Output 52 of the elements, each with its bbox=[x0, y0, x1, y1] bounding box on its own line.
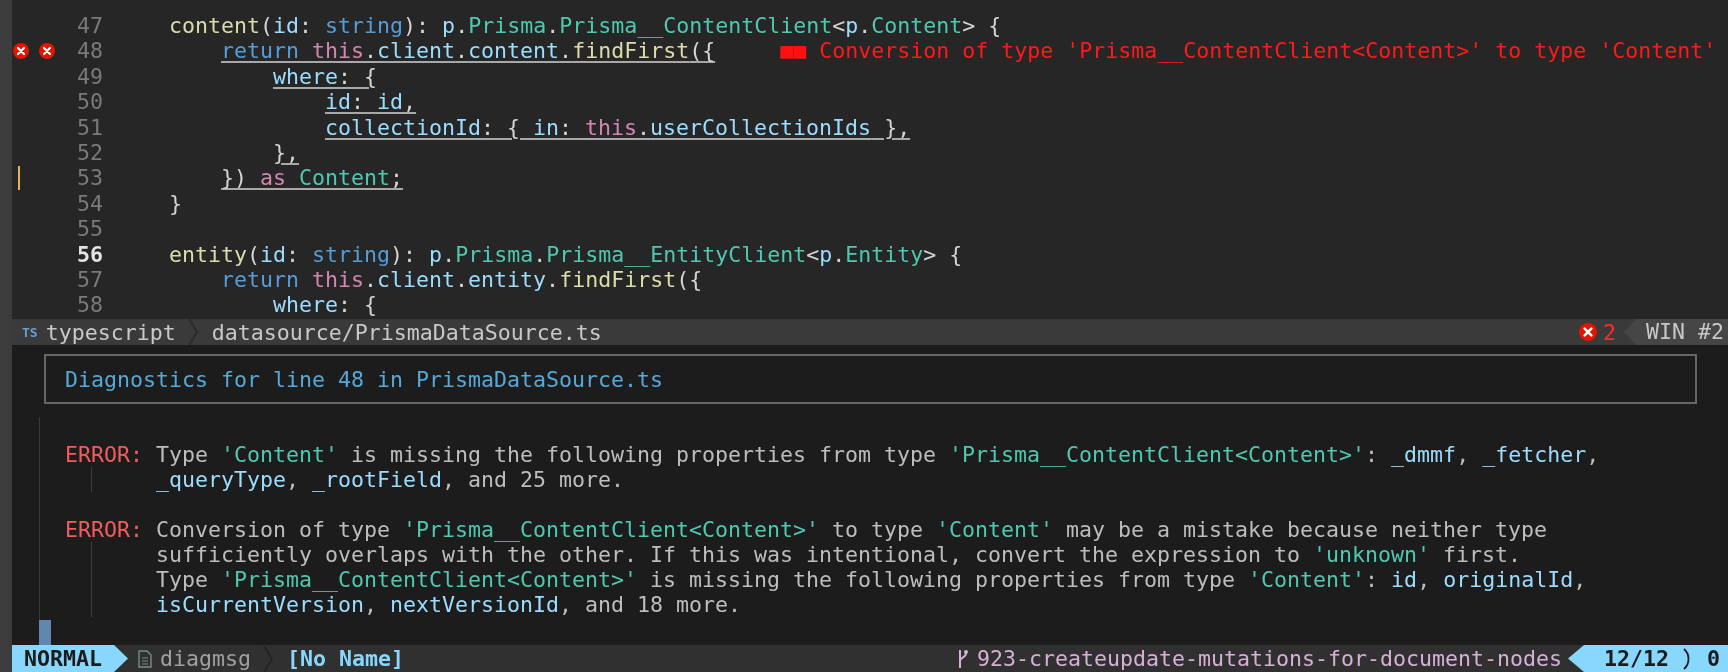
diagnostic-text: Type 'Prisma__ContentClient<Content>' is missing the following properties from type 'Content': id, originalId, bbox=[156, 567, 1587, 592]
buffer-name: diagmsg bbox=[160, 646, 252, 671]
error-icon bbox=[1578, 323, 1597, 341]
code-line: where: { bbox=[273, 292, 378, 318]
code-line: }) as Content; bbox=[221, 165, 404, 191]
mode-indicator: NORMAL bbox=[12, 645, 128, 672]
code-line: where: { bbox=[273, 63, 378, 90]
inline-diagnostic: Conversion of type 'Prisma__ContentClient<Content>' to type 'Content' bbox=[819, 38, 1717, 64]
error-count: 2 bbox=[1602, 319, 1616, 345]
code-line: return this.client.entity.findFirst({ bbox=[221, 266, 703, 293]
code-line: collectionId: { in: this.userCollectionIds }, bbox=[325, 114, 911, 140]
window-number: WIN #2 bbox=[1624, 319, 1728, 345]
filetype-icon: TS bbox=[22, 324, 38, 340]
line-position: 12/12 bbox=[1603, 646, 1669, 671]
branch-icon bbox=[956, 648, 969, 669]
text-cursor bbox=[39, 620, 51, 645]
severity-label: ERROR: bbox=[65, 517, 144, 542]
code-line: id: id, bbox=[325, 89, 417, 115]
line-number: 54 bbox=[76, 190, 103, 217]
file-name: [No Name] bbox=[287, 646, 405, 671]
diagnostic-text: sufficiently overlaps with the other. If this was intentional, convert the expression to 'unknown' first. bbox=[156, 542, 1523, 567]
code-line: content(id: string): p.Prisma.Prisma__ContentClient<p.Content> { bbox=[169, 13, 1002, 39]
line-number: 55 bbox=[76, 216, 103, 242]
diagnostic-text: isCurrentVersion, nextVersionId, and 18 more. bbox=[156, 592, 743, 617]
line-number: 49 bbox=[76, 63, 103, 90]
line-number: 58 bbox=[76, 292, 103, 318]
code-line: } bbox=[169, 190, 183, 217]
diagnostic-text: Conversion of type 'Prisma__ContentClient<Content>' to type 'Content' may be a mistake because neither type bbox=[156, 517, 1549, 542]
line-number: 56 bbox=[76, 241, 103, 267]
line-number: 47 bbox=[76, 13, 103, 39]
document-icon bbox=[138, 649, 152, 668]
column-number: 0 bbox=[1707, 646, 1720, 671]
line-number: 57 bbox=[76, 266, 103, 293]
line-number: 48 bbox=[76, 38, 103, 64]
error-marker: ■■ bbox=[780, 38, 807, 64]
diagnostics-title: Diagnostics for line 48 in PrismaDataSource.ts bbox=[65, 366, 664, 392]
code-line: return this.client.content.findFirst({ bbox=[221, 38, 716, 64]
git-branch: 923-createupdate-mutations-for-document-nodes bbox=[976, 646, 1562, 671]
diagnostic-text: Type 'Content' is missing the following properties from type 'Prisma__ContentClient<Content>': _dmmf, _fetcher, bbox=[156, 442, 1600, 467]
filetype-label: typescript bbox=[45, 319, 176, 345]
code-line: entity(id: string): p.Prisma.Prisma__EntityClient<p.Entity> { bbox=[169, 241, 963, 267]
diagnostic-text: _queryType, _rootField, and 25 more. bbox=[156, 467, 626, 492]
error-icon bbox=[13, 43, 29, 60]
code-line: }, bbox=[273, 139, 300, 166]
line-number: 52 bbox=[76, 139, 103, 166]
error-icon bbox=[39, 43, 55, 60]
line-number: 50 bbox=[76, 89, 103, 115]
separator-icon bbox=[1683, 647, 1691, 670]
line-number: 53 bbox=[76, 165, 103, 191]
line-number: 51 bbox=[76, 114, 103, 140]
severity-label: ERROR: bbox=[65, 442, 144, 467]
file-path: datasource/PrismaDataSource.ts bbox=[211, 319, 602, 345]
